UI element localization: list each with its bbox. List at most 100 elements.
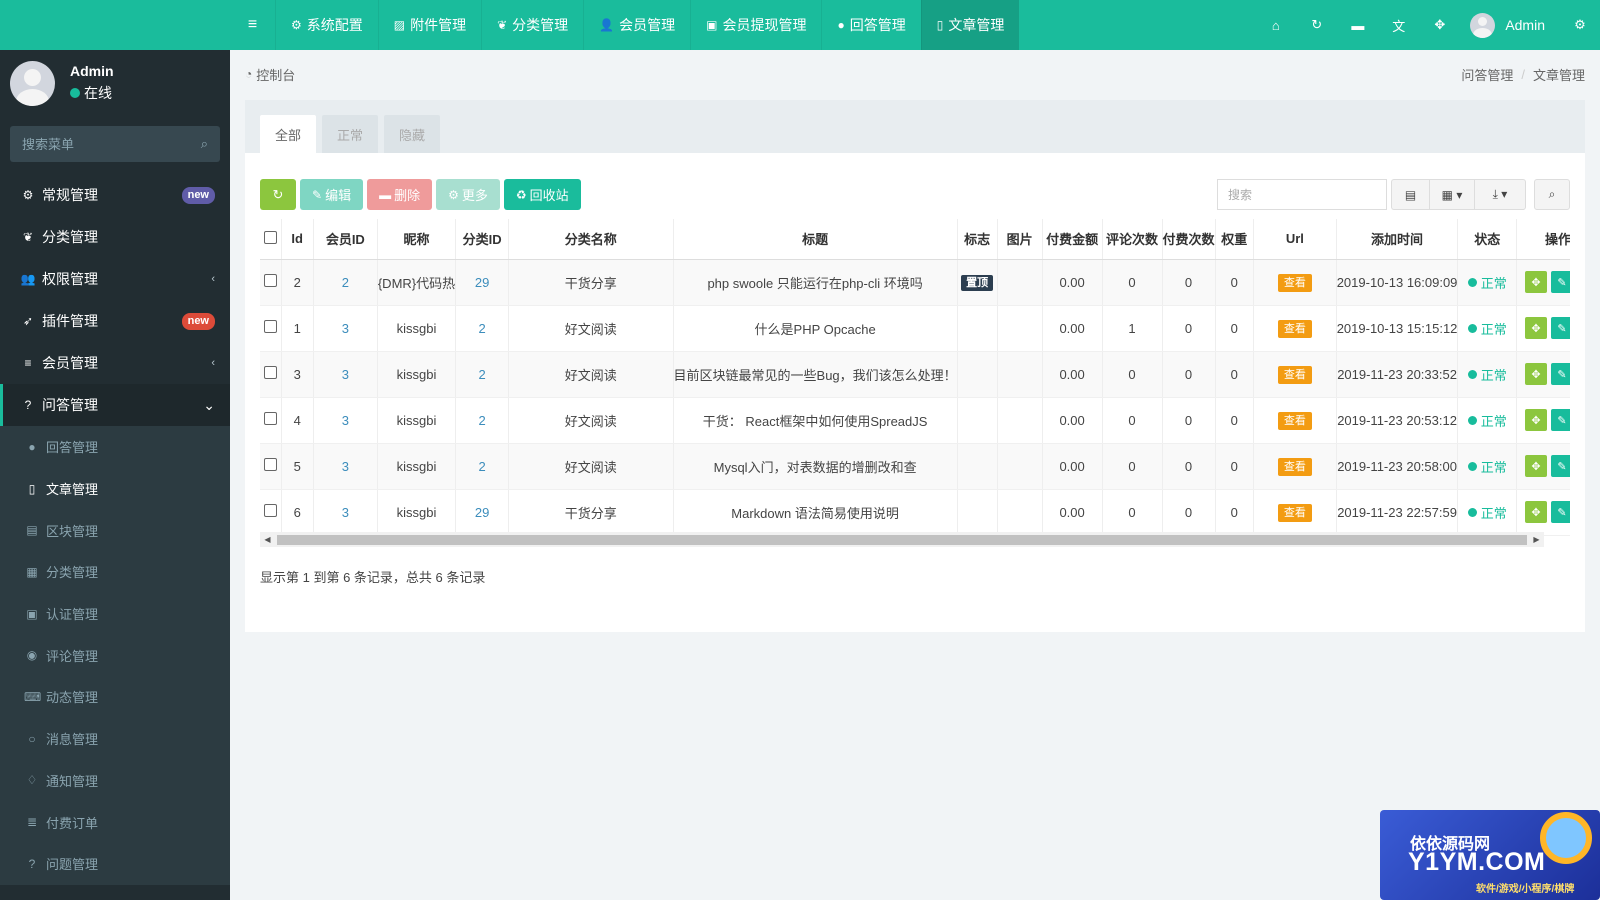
row-edit-button[interactable]: ✎ (1551, 409, 1570, 431)
sidebar-item[interactable]: ❦ 分类管理 (0, 216, 230, 258)
cell-id: 5 (281, 443, 314, 490)
refresh-button[interactable]: ↻ (260, 179, 296, 210)
drag-button[interactable]: ✥ (1525, 409, 1547, 431)
more-button[interactable]: ⚙ 更多 (436, 179, 500, 210)
topbar-tab[interactable]: ▨ 附件管理 (377, 0, 481, 50)
export-button[interactable]: ⤓ ▾ (1474, 179, 1526, 210)
row-checkbox[interactable] (263, 320, 277, 333)
topbar-tab[interactable]: ❦ 分类管理 (481, 0, 583, 50)
member_id-link[interactable]: 3 (342, 321, 349, 336)
sidebar-subitem[interactable]: ▤ 区块管理 (0, 509, 230, 551)
breadcrumb-item[interactable]: 问答管理 (1461, 65, 1513, 84)
sidebar-item[interactable]: ➶ 插件管理 new (0, 300, 230, 342)
topbar-user[interactable]: Admin (1460, 0, 1560, 50)
row-checkbox[interactable] (263, 504, 277, 517)
edit-button[interactable]: ✎ 编辑 (300, 179, 364, 210)
topbar-tab-label: 回答管理 (849, 17, 906, 33)
sidebar-subitem[interactable]: ≣ 付费订单 (0, 801, 230, 843)
horizontal-scrollbar[interactable]: ◀ ▶ (260, 532, 1544, 547)
sidebar-subitem[interactable]: ▯ 文章管理 (0, 468, 230, 510)
tab-all[interactable]: 全部 (260, 115, 317, 153)
drag-button[interactable]: ✥ (1525, 317, 1547, 339)
topbar-tab[interactable]: ⚙ 系统配置 (275, 0, 378, 50)
drag-button[interactable]: ✥ (1525, 271, 1547, 293)
sidebar-item[interactable]: ? 问答管理 ⌄ (0, 384, 230, 426)
cell-time: 2019-11-23 20:33:52 (1336, 351, 1459, 398)
scroll-left-icon[interactable]: ◀ (260, 535, 275, 544)
row-edit-button[interactable]: ✎ (1551, 455, 1570, 477)
row-checkbox[interactable] (263, 274, 277, 287)
category_id-link[interactable]: 2 (479, 459, 486, 474)
home-icon[interactable]: ⌂ (1255, 0, 1296, 50)
drag-button[interactable]: ✥ (1525, 363, 1547, 385)
category_id-link[interactable]: 2 (479, 321, 486, 336)
row-edit-button[interactable]: ✎ (1551, 363, 1570, 385)
refresh-icon[interactable]: ↻ (1296, 0, 1337, 50)
row-select-cell (260, 305, 282, 352)
sidebar-subitem[interactable]: ? 问题管理 (0, 843, 230, 885)
member_id-link[interactable]: 3 (342, 413, 349, 428)
trash-icon[interactable]: ▬ (1337, 0, 1378, 50)
scrollbar-thumb[interactable] (277, 534, 1527, 545)
topbar-tab[interactable]: ▣ 会员提现管理 (690, 0, 821, 50)
row-checkbox[interactable] (263, 458, 277, 471)
recycle-bin-button[interactable]: ♻ 回收站 (503, 179, 581, 210)
file-image-icon: ▨ (393, 18, 406, 32)
member_id-link[interactable]: 2 (342, 275, 349, 290)
row-checkbox[interactable] (263, 366, 277, 379)
delete-button[interactable]: ▬ 删除 (367, 179, 433, 210)
list-icon: ≡ (24, 356, 32, 370)
sidebar-item[interactable]: 👥 权限管理 ‹ (0, 258, 230, 300)
status-text: 正常 (1480, 367, 1507, 383)
sidebar-item[interactable]: ⚙ 常规管理 new (0, 174, 230, 216)
sidebar-subitem[interactable]: ◉ 评论管理 (0, 634, 230, 676)
language-icon[interactable]: 文 (1378, 0, 1419, 50)
drag-button[interactable]: ✥ (1525, 455, 1547, 477)
member_id-link[interactable]: 3 (342, 505, 349, 520)
toggle-view-button[interactable]: ▤ (1391, 179, 1429, 210)
row-edit-button[interactable]: ✎ (1551, 271, 1570, 293)
settings-icon[interactable]: ⚙ (1560, 0, 1600, 50)
view-url-button[interactable]: 查看 (1277, 458, 1312, 476)
fullscreen-icon[interactable]: ✥ (1419, 0, 1460, 50)
drag-button[interactable]: ✥ (1525, 501, 1547, 523)
topbar-tab[interactable]: ● 回答管理 (821, 0, 920, 50)
view-url-button[interactable]: 查看 (1277, 504, 1312, 522)
row-edit-button[interactable]: ✎ (1551, 501, 1570, 523)
sidebar-subitem[interactable]: ▦ 分类管理 (0, 551, 230, 593)
scroll-right-icon[interactable]: ▶ (1529, 535, 1544, 544)
sidebar-subitem[interactable]: ○ 消息管理 (0, 718, 230, 760)
tab-hidden[interactable]: 隐藏 (384, 115, 441, 153)
category_id-link[interactable]: 29 (475, 275, 489, 290)
select-all-checkbox[interactable] (263, 230, 277, 244)
tab-normal[interactable]: 正常 (322, 115, 379, 153)
cell-category_id: 29 (455, 259, 510, 306)
sidebar-toggle-icon[interactable]: ≡ (230, 0, 275, 50)
advanced-search-button[interactable]: ⌕ (1534, 179, 1570, 210)
category_id-link[interactable]: 2 (479, 367, 486, 382)
table-search-input[interactable] (1217, 179, 1387, 210)
cell-time: 2019-10-13 16:09:09 (1336, 259, 1459, 306)
search-icon[interactable]: ⌕ (201, 136, 208, 152)
sidebar-subitem[interactable]: ▣ 认证管理 (0, 593, 230, 635)
member_id-link[interactable]: 3 (342, 367, 349, 382)
topbar-tab[interactable]: 👤 会员管理 (583, 0, 690, 50)
view-url-button[interactable]: 查看 (1277, 320, 1312, 338)
category_id-link[interactable]: 29 (475, 505, 489, 520)
sidebar-subitem[interactable]: ♢ 通知管理 (0, 760, 230, 802)
sidebar-search-input[interactable] (22, 136, 201, 152)
topbar-tab[interactable]: ▯ 文章管理 (920, 0, 1020, 50)
cell-id: 1 (281, 305, 314, 352)
columns-button[interactable]: ▦ ▾ (1429, 179, 1474, 210)
view-url-button[interactable]: 查看 (1277, 412, 1312, 430)
row-edit-button[interactable]: ✎ (1551, 317, 1570, 339)
topbar-icons: ⌂ ↻ ▬ 文 ✥ (1255, 0, 1460, 50)
row-checkbox[interactable] (263, 412, 277, 425)
sidebar-subitem[interactable]: ● 回答管理 (0, 426, 230, 468)
member_id-link[interactable]: 3 (342, 459, 349, 474)
view-url-button[interactable]: 查看 (1277, 366, 1312, 384)
sidebar-item[interactable]: ≡ 会员管理 ‹ (0, 342, 230, 384)
category_id-link[interactable]: 2 (479, 413, 486, 428)
sidebar-subitem[interactable]: ⌨ 动态管理 (0, 676, 230, 718)
view-url-button[interactable]: 查看 (1277, 274, 1312, 292)
